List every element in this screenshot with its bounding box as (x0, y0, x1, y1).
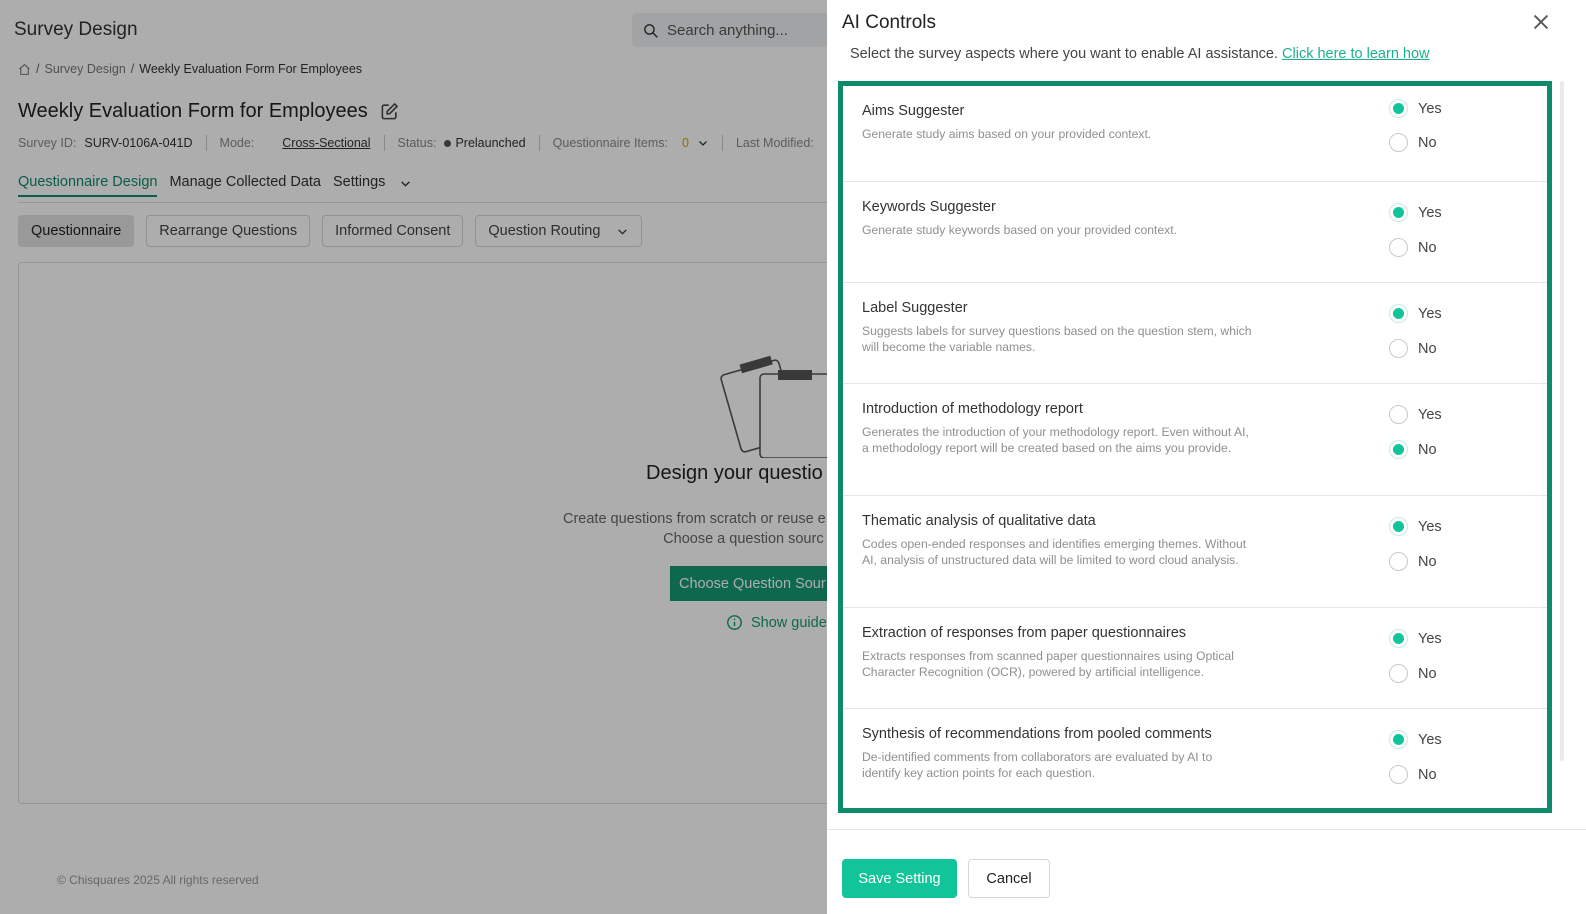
radio-no-icon[interactable] (1389, 552, 1408, 571)
radio-no-icon[interactable] (1389, 440, 1408, 459)
settings-rows: Aims Suggester Generate study aims based … (843, 86, 1547, 808)
setting-title: Keywords Suggester (862, 199, 996, 215)
ai-setting-row: Keywords Suggester Generate study keyword… (843, 182, 1547, 283)
radio-no-icon[interactable] (1389, 133, 1408, 152)
ai-controls-drawer: AI Controls Select the survey aspects wh… (827, 0, 1586, 914)
radio-yes[interactable]: Yes (1389, 629, 1442, 648)
learn-how-link[interactable]: Click here to learn how (1282, 46, 1430, 62)
setting-title: Synthesis of recommendations from pooled… (862, 726, 1212, 742)
radio-no-icon[interactable] (1389, 664, 1408, 683)
setting-title: Thematic analysis of qualitative data (862, 513, 1096, 529)
radio-yes[interactable]: Yes (1389, 517, 1442, 536)
radio-yes-icon[interactable] (1389, 730, 1408, 749)
radio-no[interactable]: No (1389, 765, 1437, 784)
radio-yes[interactable]: Yes (1389, 203, 1442, 222)
ai-setting-row: Introduction of methodology report Genera… (843, 384, 1547, 496)
radio-no-icon[interactable] (1389, 238, 1408, 257)
setting-title: Aims Suggester (862, 103, 965, 119)
radio-yes-icon[interactable] (1389, 99, 1408, 118)
close-icon[interactable] (1530, 11, 1552, 33)
ai-setting-row: Synthesis of recommendations from pooled… (843, 709, 1547, 808)
drawer-title: AI Controls (842, 12, 936, 33)
radio-yes-icon[interactable] (1389, 304, 1408, 323)
ai-setting-row: Extraction of responses from paper quest… (843, 608, 1547, 709)
setting-description: Codes open-ended responses and identifie… (862, 537, 1247, 567)
cancel-button[interactable]: Cancel (968, 859, 1050, 898)
radio-no[interactable]: No (1389, 552, 1437, 571)
ai-settings-list: Aims Suggester Generate study aims based … (838, 81, 1552, 813)
radio-no[interactable]: No (1389, 664, 1437, 683)
radio-no[interactable]: No (1389, 339, 1437, 358)
setting-title: Extraction of responses from paper quest… (862, 625, 1187, 641)
setting-description: Suggests labels for survey questions bas… (862, 324, 1252, 354)
setting-description: Generate study keywords based on your pr… (862, 223, 1178, 237)
setting-description: De-identified comments from collaborator… (862, 750, 1213, 780)
radio-no[interactable]: No (1389, 133, 1437, 152)
radio-yes-icon[interactable] (1389, 517, 1408, 536)
setting-title: Introduction of methodology report (862, 401, 1083, 417)
radio-yes-icon[interactable] (1389, 203, 1408, 222)
setting-title: Label Suggester (862, 300, 968, 316)
radio-no[interactable]: No (1389, 440, 1437, 459)
radio-yes[interactable]: Yes (1389, 730, 1442, 749)
radio-yes[interactable]: Yes (1389, 99, 1442, 118)
radio-yes[interactable]: Yes (1389, 405, 1442, 424)
scrollbar[interactable] (1560, 81, 1564, 761)
ai-setting-row: Thematic analysis of qualitative data Cod… (843, 496, 1547, 608)
radio-yes-icon[interactable] (1389, 405, 1408, 424)
setting-description: Generates the introduction of your metho… (862, 425, 1249, 455)
radio-yes-icon[interactable] (1389, 629, 1408, 648)
setting-description: Extracts responses from scanned paper qu… (862, 649, 1234, 679)
ai-setting-row: Aims Suggester Generate study aims based … (843, 86, 1547, 182)
radio-yes[interactable]: Yes (1389, 304, 1442, 323)
radio-no[interactable]: No (1389, 238, 1437, 257)
save-setting-button[interactable]: Save Setting (842, 859, 957, 898)
radio-no-icon[interactable] (1389, 765, 1408, 784)
radio-no-icon[interactable] (1389, 339, 1408, 358)
ai-setting-row: Label Suggester Suggests labels for surve… (843, 283, 1547, 384)
drawer-subtitle: Select the survey aspects where you want… (850, 46, 1430, 62)
setting-description: Generate study aims based on your provid… (862, 127, 1152, 141)
